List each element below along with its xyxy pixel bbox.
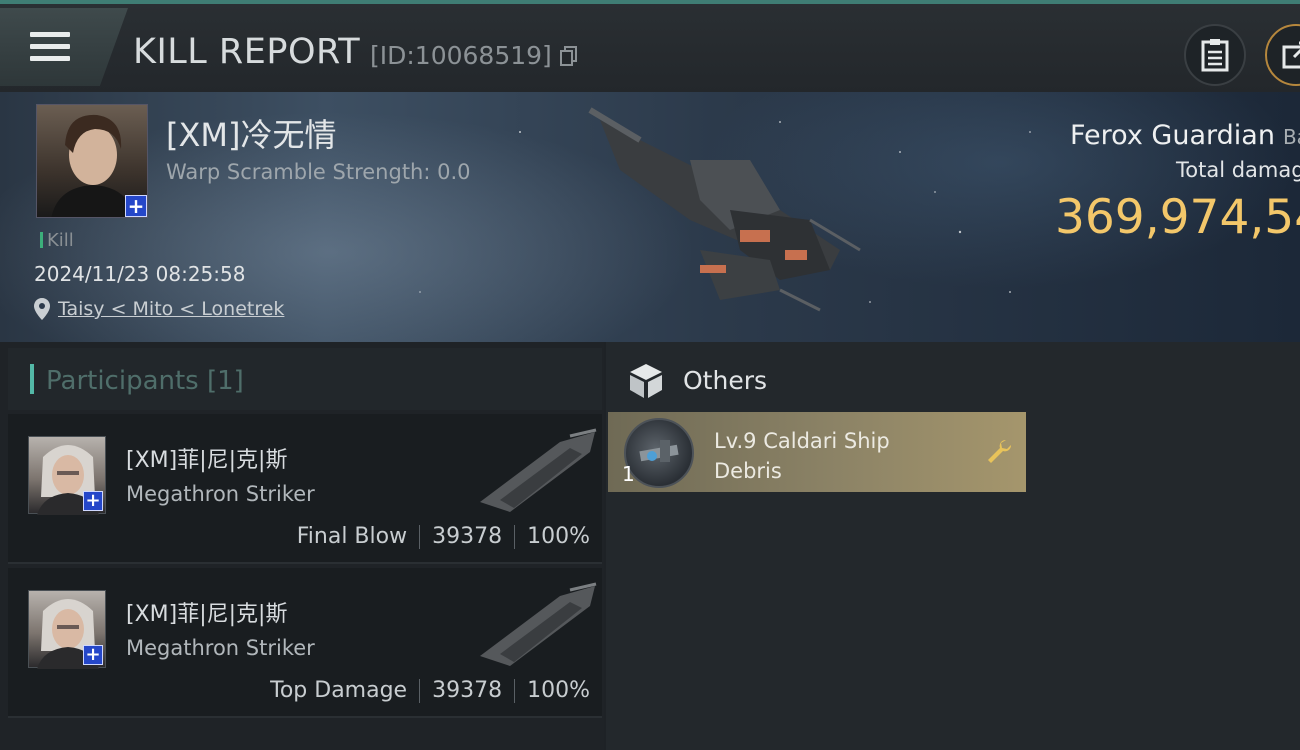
plus-icon: + [125,195,147,217]
participant-damage: 39378 [432,678,503,703]
stat-divider [514,524,516,549]
total-damage-value: 369,974,54 [1055,190,1300,245]
ship-name-text: Ferox Guardian [1070,120,1275,151]
item-name: Lv.9 Caldari Ship Debris [714,429,890,483]
menu-button[interactable] [0,8,128,86]
kill-type-tag: Kill [40,230,74,251]
participant-row[interactable]: + [XM]菲|尼|克|斯 Megathron Striker Final Bl… [8,414,602,564]
participants-title: Participants [1] [46,366,244,396]
warp-scramble-strength: Warp Scramble Strength: 0.0 [166,160,471,184]
participant-stats: Top Damage 39378 100% [270,678,590,703]
participant-role: Top Damage [270,678,408,703]
victim-ship-image [588,107,861,312]
top-bar: KILL REPORT [ID:10068519] [0,0,1300,92]
report-icon [1201,39,1229,72]
wrench-icon [988,439,1012,463]
item-quantity: 1 [622,462,635,486]
kill-datetime: 2024/11/23 08:25:58 [34,262,246,286]
participants-panel: Participants [1] + [XM]菲|尼|克|斯 Megathron… [0,342,604,750]
participant-avatar[interactable]: + [28,436,106,515]
participant-percent: 100% [527,678,590,703]
participants-header: Participants [1] [8,348,602,410]
participant-percent: 100% [527,524,590,549]
copy-icon[interactable] [560,46,578,66]
participant-ship: Megathron Striker [126,482,315,506]
location-link[interactable]: Taisy < Mito < Lonetrek [58,298,284,320]
participant-ship: Megathron Striker [126,636,315,660]
plus-icon: + [83,645,103,665]
victim-avatar[interactable]: + [36,104,148,218]
page-title: KILL REPORT [133,32,361,72]
plus-icon: + [83,491,103,511]
others-panel: Others 1 Lv.9 Caldari Ship Debris [606,342,1300,750]
participant-ship-image [480,428,597,512]
participant-row[interactable]: + [XM]菲|尼|克|斯 Megathron Striker Top Dama… [8,568,602,718]
kill-banner: + [XM]冷无情 Warp Scramble Strength: 0.0 Ki… [0,92,1300,342]
others-title: Others [683,366,768,395]
location-pin-icon [34,298,50,320]
participant-damage: 39378 [432,524,503,549]
report-button[interactable] [1184,24,1246,86]
stat-divider [514,678,516,703]
victim-name[interactable]: [XM]冷无情 [166,110,337,156]
share-icon [1282,41,1300,69]
participant-stats: Final Blow 39378 100% [297,524,590,549]
menu-icon [30,32,70,64]
victim-ship-name: Ferox Guardian Ba [1070,120,1300,151]
participant-role: Final Blow [296,524,408,549]
participant-name[interactable]: [XM]菲|尼|克|斯 [126,442,287,474]
participant-avatar[interactable]: + [28,590,106,669]
share-button[interactable] [1265,24,1300,86]
ship-class-text: Ba [1282,125,1300,149]
participant-name[interactable]: [XM]菲|尼|克|斯 [126,596,287,628]
header-accent-bar [30,364,34,394]
participant-ship-image [480,582,597,666]
stat-divider [419,678,421,703]
total-damage-label: Total damag [1176,158,1300,182]
kill-location[interactable]: Taisy < Mito < Lonetrek [34,298,284,320]
debris-image [639,440,679,462]
report-id: [ID:10068519] [370,41,552,70]
stat-divider [419,524,421,549]
kill-label: Kill [47,230,74,251]
loot-item-card[interactable]: 1 Lv.9 Caldari Ship Debris [608,412,1026,492]
cube-icon [630,364,662,398]
